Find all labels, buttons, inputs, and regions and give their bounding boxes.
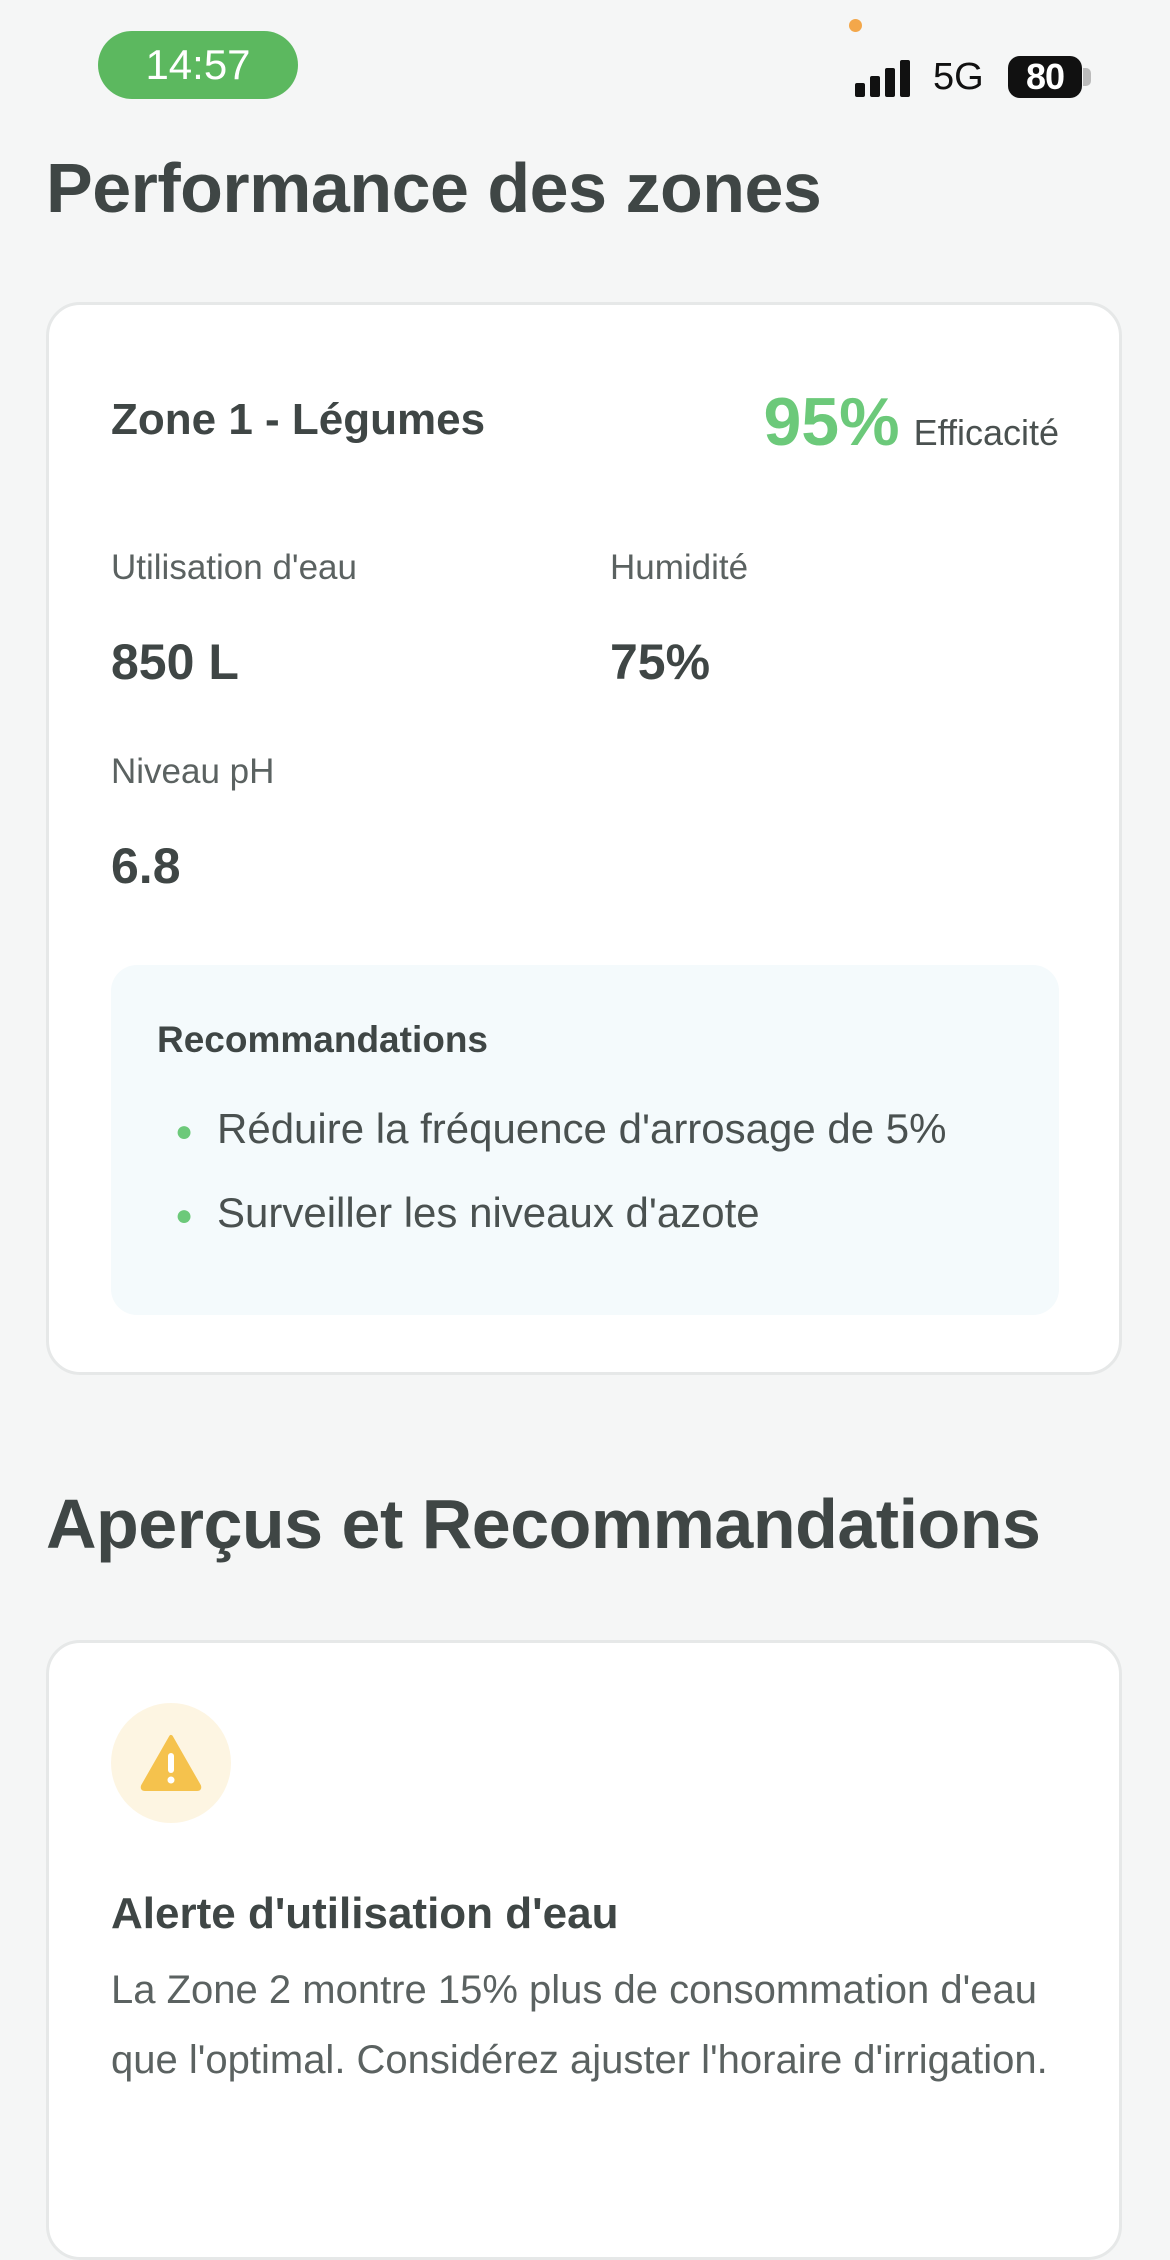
alert-description: La Zone 2 montre 15% plus de consommatio…	[111, 1968, 1048, 2082]
recommendation-item: ● Surveiller les niveaux d'azote	[157, 1189, 760, 1237]
metric-label-water-usage: Utilisation d'eau	[111, 548, 357, 587]
metric-label-ph: Niveau pH	[111, 752, 275, 791]
metric-value-water-usage: 850 L	[111, 634, 239, 690]
efficiency-label: Efficacité	[913, 412, 1059, 453]
recommendation-text: Surveiller les niveaux d'azote	[217, 1189, 760, 1236]
alert-card[interactable]: Alerte d'utilisation d'eau La Zone 2 mon…	[46, 1640, 1122, 2260]
bullet-icon: ●	[175, 1198, 194, 1232]
zone-card[interactable]: Zone 1 - Légumes 95% Efficacité Utilisat…	[46, 302, 1122, 1375]
metric-label-humidity: Humidité	[610, 548, 749, 587]
privacy-indicator-dot	[849, 19, 862, 32]
alert-title: Alerte d'utilisation d'eau	[111, 1889, 619, 1938]
recommendations-box: Recommandations ● Réduire la fréquence d'…	[111, 965, 1059, 1315]
recommendation-text: Réduire la fréquence d'arrosage de 5%	[217, 1105, 947, 1152]
network-type: 5G	[933, 56, 984, 98]
signal-icon	[855, 57, 915, 97]
zone-name: Zone 1 - Légumes	[111, 395, 486, 444]
status-bar: 14:57 5G 80	[0, 0, 1170, 110]
bullet-icon: ●	[175, 1114, 194, 1148]
efficiency: 95% Efficacité	[763, 383, 1059, 461]
recommendations-title: Recommandations	[157, 1019, 489, 1060]
battery-tip	[1083, 68, 1091, 86]
efficiency-value: 95%	[763, 384, 900, 460]
metric-value-humidity: 75%	[610, 634, 711, 690]
insights-section-title: Aperçus et Recommandations	[46, 1485, 1041, 1563]
zones-section-title: Performance des zones	[46, 149, 822, 227]
recommendation-item: ● Réduire la fréquence d'arrosage de 5%	[157, 1105, 946, 1153]
warning-icon	[111, 1703, 231, 1823]
battery-icon: 80	[1008, 56, 1082, 98]
status-time: 14:57	[98, 31, 298, 99]
metric-value-ph: 6.8	[111, 838, 181, 894]
